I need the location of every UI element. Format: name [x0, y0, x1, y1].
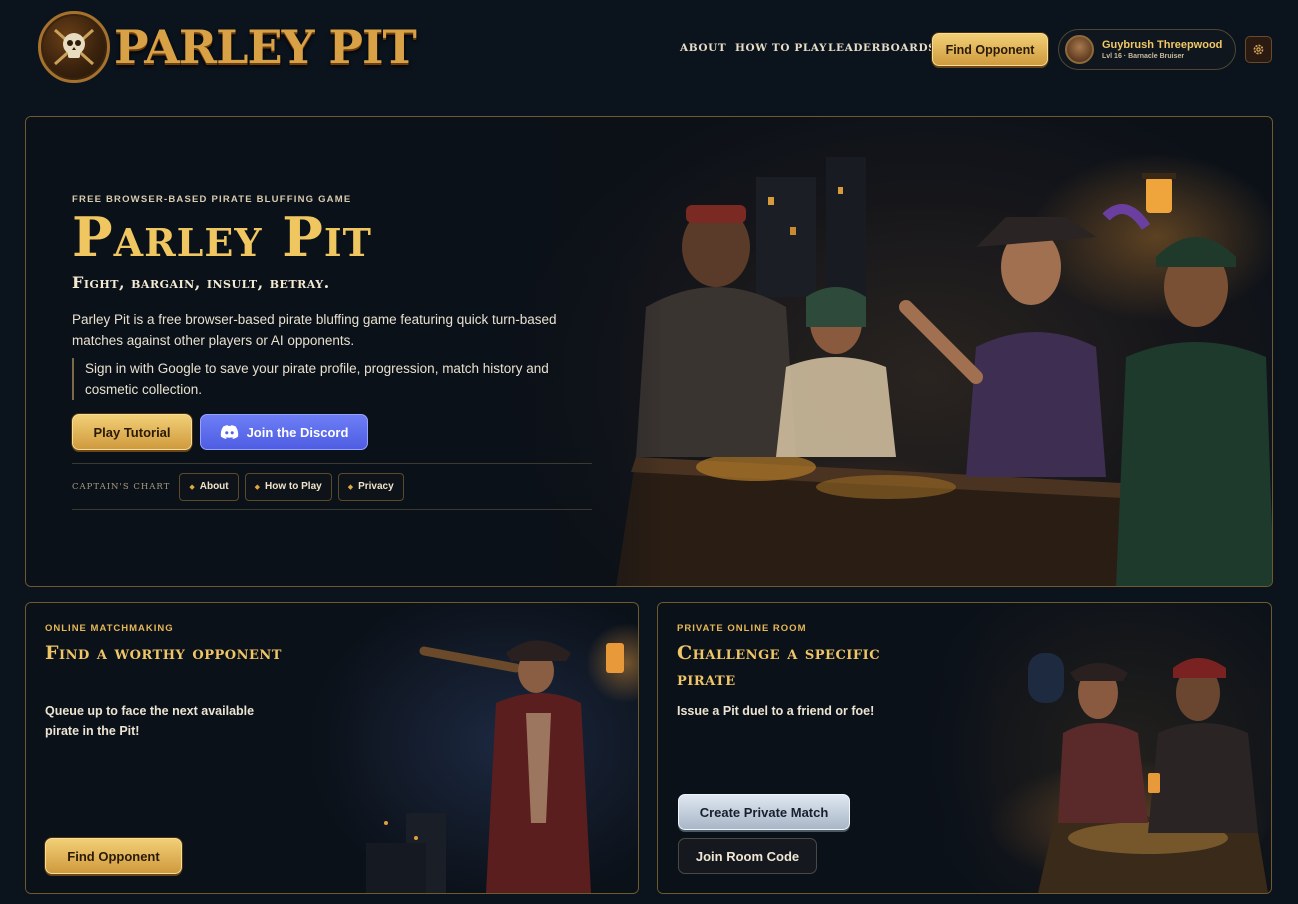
diamond-icon: ◆	[254, 483, 261, 491]
create-private-match-button[interactable]: Create Private Match	[678, 794, 850, 830]
hero-title: Parley Pit	[72, 205, 372, 269]
nav-how-to-play[interactable]: HOW TO PLAY	[735, 42, 827, 54]
header-find-opponent-button[interactable]: Find Opponent	[932, 33, 1048, 66]
chart-link-how-to-play[interactable]: ◆ How to Play	[244, 472, 332, 501]
captains-chart-label: CAPTAIN'S CHART	[72, 481, 171, 492]
discord-button-label: Join the Discord	[246, 424, 349, 440]
private-room-title: Challenge a specific pirate	[677, 642, 881, 690]
hero-eyebrow: FREE BROWSER-BASED PIRATE BLUFFING GAME	[72, 194, 352, 205]
matchmaking-eyebrow: ONLINE MATCHMAKING	[45, 623, 174, 634]
profile-name: Guybrush Threepwood	[1102, 39, 1223, 51]
site-header: PARLEY PIT ABOUT HOW TO PLAY LEADERBOARD…	[0, 0, 1298, 100]
hero-signin-note: Sign in with Google to save your pirate …	[72, 358, 562, 400]
matchmaking-card: ONLINE MATCHMAKING Find a worthy opponen…	[25, 602, 639, 894]
profile-card[interactable]: Guybrush Threepwood Lvl 16 · Barnacle Br…	[1058, 29, 1236, 70]
private-room-eyebrow: PRIVATE ONLINE ROOM	[677, 623, 807, 634]
private-room-description: Issue a Pit duel to a friend or foe!	[677, 704, 875, 718]
find-opponent-button[interactable]: Find Opponent	[45, 838, 182, 874]
brand-logo[interactable]: PARLEY PIT	[38, 10, 417, 84]
profile-level: Lvl 16 · Barnacle Bruiser	[1102, 53, 1185, 60]
play-tutorial-button[interactable]: Play Tutorial	[72, 414, 192, 450]
discord-icon	[220, 425, 238, 439]
settings-button[interactable]	[1245, 36, 1272, 63]
hero-tagline: Fight, bargain, insult, betray.	[72, 273, 330, 292]
captains-chart: CAPTAIN'S CHART ◆ About ◆ How to Play ◆ …	[72, 463, 592, 510]
spyglass-pirate-illustration	[366, 640, 624, 893]
hero-description: Parley Pit is a free browser-based pirat…	[72, 312, 557, 348]
matchmaking-title: Find a worthy opponent	[45, 642, 282, 664]
join-room-code-button[interactable]: Join Room Code	[678, 838, 817, 874]
pirates-map-illustration	[1028, 653, 1268, 893]
brand-wordmark: PARLEY PIT	[114, 20, 417, 74]
gear-icon	[1253, 44, 1264, 55]
private-room-card: PRIVATE ONLINE ROOM Challenge a specific…	[657, 602, 1272, 894]
hero-panel: FREE BROWSER-BASED PIRATE BLUFFING GAME …	[25, 116, 1273, 587]
skull-crossed-swords-icon	[38, 11, 110, 83]
chart-link-about[interactable]: ◆ About	[179, 472, 239, 501]
diamond-icon: ◆	[189, 483, 195, 491]
join-discord-button[interactable]: Join the Discord	[200, 414, 368, 450]
avatar	[1065, 35, 1094, 64]
matchmaking-description: Queue up to face the next available pira…	[45, 704, 255, 738]
chart-link-privacy[interactable]: ◆ Privacy	[337, 472, 404, 501]
nav-leaderboards[interactable]: LEADERBOARDS	[828, 42, 936, 54]
nav-about[interactable]: ABOUT	[680, 42, 726, 54]
diamond-icon: ◆	[347, 483, 354, 491]
